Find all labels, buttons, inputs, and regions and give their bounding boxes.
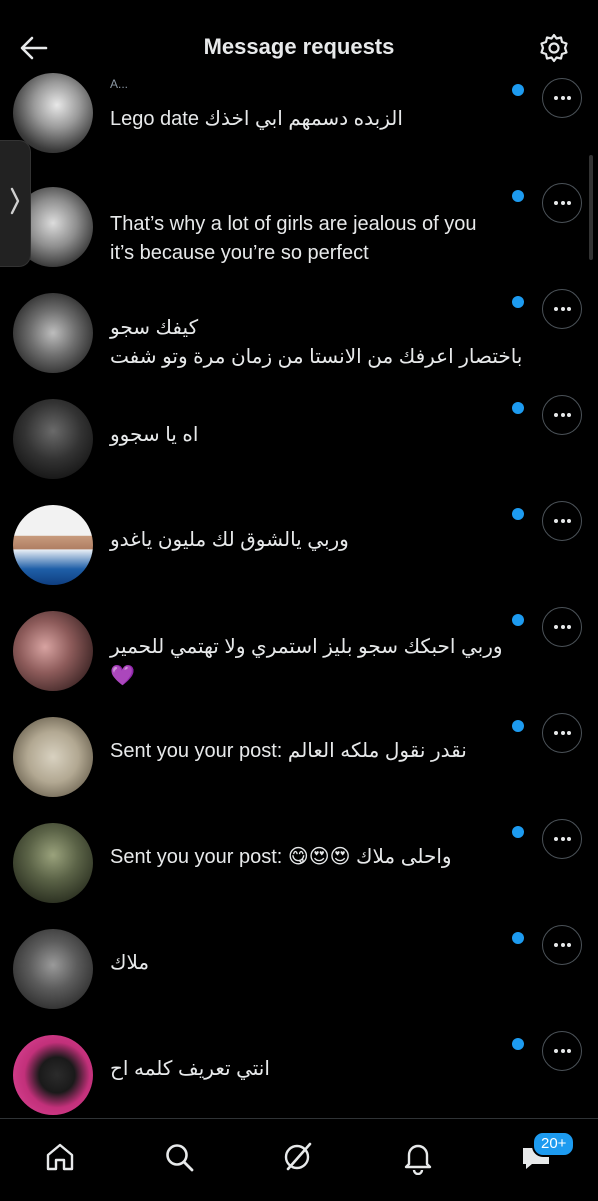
message-preview: وربي يالشوق لك مليون ياغدو bbox=[110, 529, 349, 551]
grok-icon[interactable] bbox=[280, 1139, 316, 1175]
unread-dot bbox=[512, 508, 524, 520]
avatar bbox=[13, 717, 93, 797]
message-request-row[interactable]: اه يا سجوو bbox=[0, 393, 598, 499]
home-icon[interactable] bbox=[42, 1139, 78, 1175]
more-options-button[interactable] bbox=[542, 501, 582, 541]
message-preview: Lego date الزبده دسمهم ابي اخذك bbox=[110, 108, 403, 130]
avatar bbox=[13, 1035, 93, 1115]
more-options-button[interactable] bbox=[542, 1031, 582, 1071]
chevron-right-icon bbox=[10, 187, 20, 215]
more-options-button[interactable] bbox=[542, 607, 582, 647]
message-request-row[interactable]: ملاك bbox=[0, 923, 598, 1029]
sender-name: A... bbox=[110, 77, 129, 91]
sender-name bbox=[110, 713, 470, 727]
sender-name bbox=[110, 289, 470, 303]
message-preview: Sent you your post: نقدر نقول ملكه العال… bbox=[110, 740, 467, 762]
unread-dot bbox=[512, 826, 524, 838]
message-preview: ملاك bbox=[110, 952, 150, 974]
sender-name bbox=[110, 1031, 470, 1045]
message-preview: كيفك سجو باختصار اعرفك من الانستا من زما… bbox=[110, 317, 523, 368]
unread-dot bbox=[512, 296, 524, 308]
unread-dot bbox=[512, 932, 524, 944]
more-options-button[interactable] bbox=[542, 925, 582, 965]
unread-dot bbox=[512, 84, 524, 96]
gear-icon[interactable] bbox=[538, 32, 570, 64]
avatar bbox=[13, 929, 93, 1009]
bottom-nav: 20+ bbox=[0, 1118, 598, 1201]
message-request-row[interactable]: وربي احبكك سجو بليز استمري ولا تهتمي للح… bbox=[0, 605, 598, 711]
sender-name bbox=[110, 819, 470, 833]
message-request-row[interactable]: Sent you your post: نقدر نقول ملكه العال… bbox=[0, 711, 598, 817]
unread-dot bbox=[512, 1038, 524, 1050]
side-panel-handle[interactable] bbox=[0, 140, 31, 267]
unread-dot bbox=[512, 190, 524, 202]
message-preview: انتي تعريف كلمه اح bbox=[110, 1058, 270, 1080]
avatar bbox=[13, 293, 93, 373]
avatar bbox=[13, 823, 93, 903]
bell-icon[interactable] bbox=[400, 1139, 436, 1176]
scrollbar[interactable] bbox=[589, 155, 593, 260]
message-preview: اه يا سجوو bbox=[110, 424, 199, 446]
sender-name bbox=[110, 607, 470, 621]
message-request-row[interactable]: Sent you your post: 😋😍😍 واحلى ملاك bbox=[0, 817, 598, 923]
page-title: Message requests bbox=[203, 34, 395, 59]
sender-name bbox=[110, 395, 470, 409]
search-icon[interactable] bbox=[161, 1139, 197, 1175]
more-options-button[interactable] bbox=[542, 395, 582, 435]
more-options-button[interactable] bbox=[542, 78, 582, 118]
sender-name bbox=[110, 925, 470, 939]
more-options-button[interactable] bbox=[542, 819, 582, 859]
sender-name bbox=[110, 183, 470, 197]
unread-dot bbox=[512, 614, 524, 626]
message-preview: وربي احبكك سجو بليز استمري ولا تهتمي للح… bbox=[110, 636, 503, 687]
message-preview: Sent you your post: 😋😍😍 واحلى ملاك bbox=[110, 846, 452, 868]
message-request-row[interactable]: كيفك سجو باختصار اعرفك من الانستا من زما… bbox=[0, 287, 598, 393]
more-options-button[interactable] bbox=[542, 713, 582, 753]
message-request-row[interactable]: That’s why a lot of girls are jealous of… bbox=[0, 181, 598, 287]
unread-dot bbox=[512, 720, 524, 732]
message-request-row[interactable]: وربي يالشوق لك مليون ياغدو bbox=[0, 499, 598, 605]
avatar bbox=[13, 505, 93, 585]
avatar bbox=[13, 399, 93, 479]
message-request-row[interactable]: A... Lego date الزبده دسمهم ابي اخذك bbox=[0, 73, 598, 181]
avatar bbox=[13, 611, 93, 691]
unread-dot bbox=[512, 402, 524, 414]
sender-name bbox=[110, 501, 470, 515]
more-options-button[interactable] bbox=[542, 183, 582, 223]
message-preview: That’s why a lot of girls are jealous of… bbox=[110, 213, 477, 264]
more-options-button[interactable] bbox=[542, 289, 582, 329]
messages-badge: 20+ bbox=[532, 1131, 576, 1157]
